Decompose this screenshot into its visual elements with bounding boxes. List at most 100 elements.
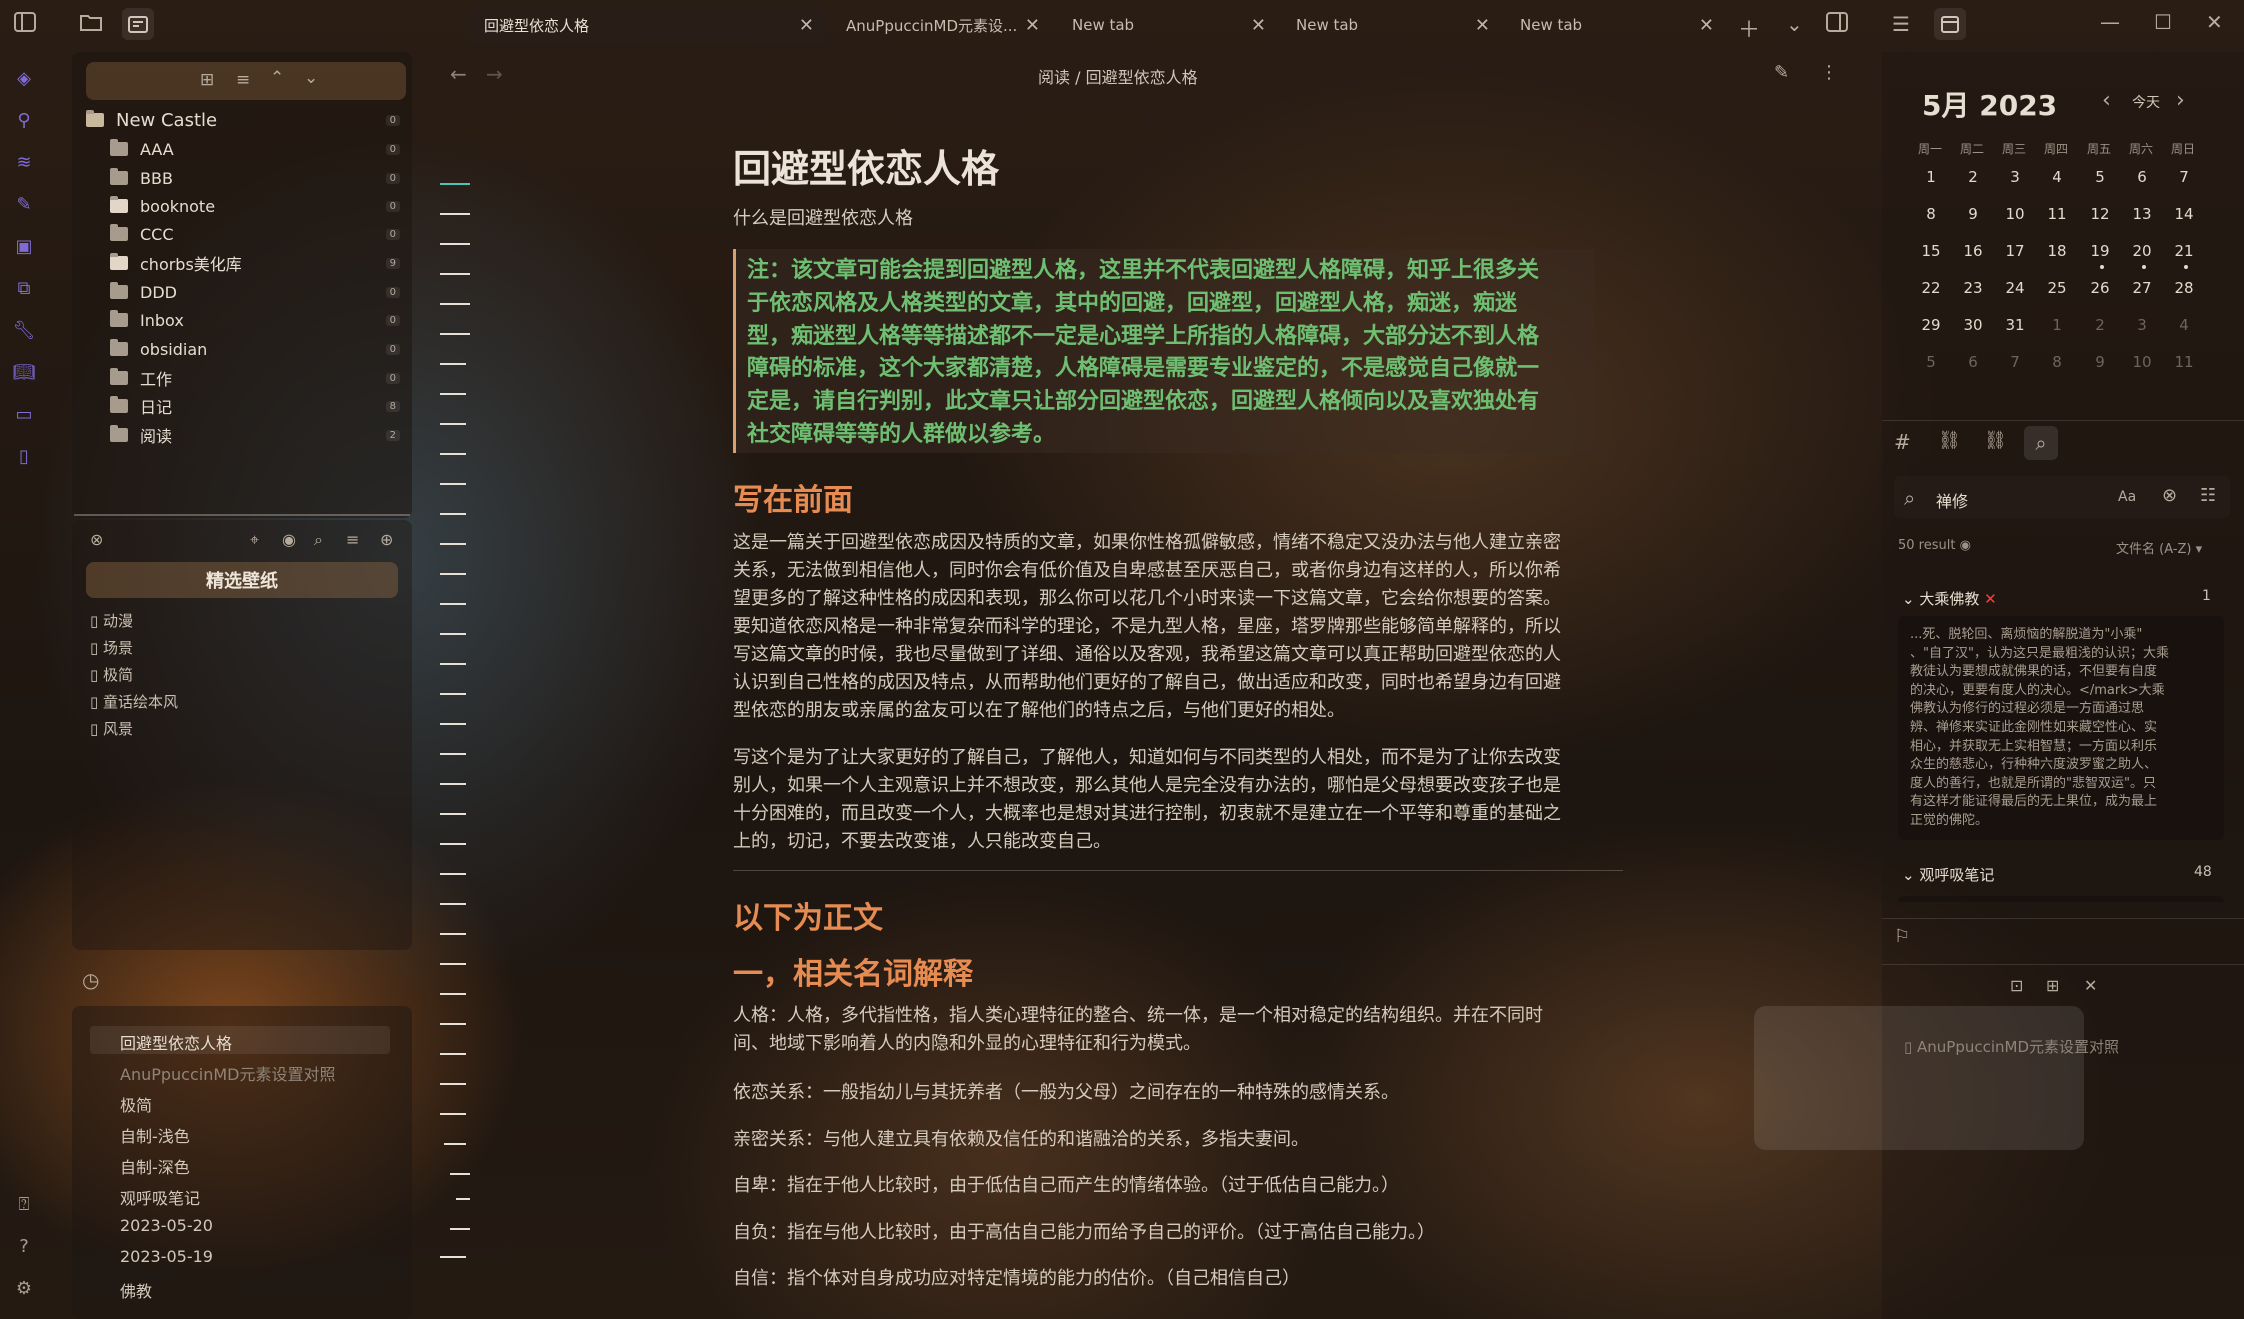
help-icon[interactable]: ⍰ — [10, 1190, 38, 1218]
calendar-day[interactable]: 18 — [2042, 242, 2072, 260]
search-snippet[interactable]: ...死、脱轮回、离烦恼的解脱道为"小乘" 、"自了汉"，认为这只是最粗浅的认识… — [1898, 616, 2224, 840]
outline-marker[interactable] — [440, 1053, 466, 1055]
maximize-icon[interactable]: ☐ — [2154, 10, 2172, 34]
tab-avoidant-attachment[interactable]: 回避型依恋人格 ✕ — [468, 6, 826, 44]
back-arrow-icon[interactable]: ← — [450, 62, 467, 86]
calendar-day[interactable]: 11 — [2169, 353, 2199, 371]
file-item-landscape[interactable]: ▯ 风景 — [90, 718, 133, 739]
minimize-icon[interactable]: — — [2100, 10, 2120, 34]
recent-item[interactable]: 回避型依恋人格 — [120, 1030, 232, 1054]
outline-marker[interactable] — [440, 993, 466, 995]
calendar-day[interactable]: 8 — [1916, 205, 1946, 223]
outline-marker[interactable] — [440, 453, 466, 455]
outline-marker[interactable] — [440, 963, 466, 965]
match-case-toggle[interactable]: Aa — [2118, 489, 2136, 505]
book-icon[interactable]: 📖︎ — [10, 358, 38, 386]
more-options-icon[interactable]: ⋮ — [1820, 62, 1838, 83]
outline-marker[interactable] — [440, 243, 470, 245]
calendar-day[interactable]: 23 — [1958, 279, 1988, 297]
outline-marker[interactable] — [450, 1228, 470, 1230]
outline-marker[interactable] — [440, 273, 470, 275]
calendar-day[interactable]: 28 — [2169, 279, 2199, 297]
recent-item[interactable]: 自制-浅色 — [120, 1123, 190, 1147]
calendar-day[interactable]: 30 — [1958, 316, 1988, 334]
copy-icon[interactable]: ⧉ — [10, 274, 38, 302]
new-folder-icon[interactable]: ⊞ — [2046, 976, 2059, 995]
calendar-day[interactable]: 24 — [2000, 279, 2030, 297]
calendar-day[interactable]: 22 — [1916, 279, 1946, 297]
calendar-day[interactable]: 26 — [2085, 279, 2115, 297]
backlink-icon[interactable]: ⛓︎ — [1938, 430, 1961, 451]
tab-anuppuccin[interactable]: AnuPpuccinMD元素设... ✕ — [830, 6, 1052, 44]
outline-marker[interactable] — [440, 693, 466, 695]
outline-marker[interactable] — [440, 1113, 466, 1115]
sidebar-toggle-icon[interactable] — [14, 12, 36, 32]
recent-item[interactable]: 2023-05-20 — [120, 1216, 213, 1235]
calendar-day[interactable]: 13 — [2127, 205, 2157, 223]
locate-icon[interactable]: ⌖ — [250, 530, 259, 550]
file-item-fairy[interactable]: ▯ 童话绘本风 — [90, 691, 178, 712]
outline-marker[interactable] — [440, 573, 466, 575]
calendar-day[interactable]: 27 — [2127, 279, 2157, 297]
calendar-day[interactable]: 17 — [2000, 242, 2030, 260]
bookmark-add-icon[interactable]: ⊡ — [2010, 976, 2023, 995]
calendar-day[interactable]: 16 — [1958, 242, 1988, 260]
close-icon[interactable]: ✕ — [1699, 15, 1714, 36]
tab-new-2[interactable]: New tab ✕ — [1280, 6, 1502, 44]
search-input[interactable]: ⌕ 禅修 Aa ⊗ ☷ — [1894, 476, 2230, 518]
folder-item-obsidian[interactable]: obsidian 0 — [110, 335, 412, 363]
clear-filter-icon[interactable]: ⊗ — [90, 530, 103, 549]
calendar-day[interactable]: 4 — [2042, 168, 2072, 186]
outline-marker[interactable] — [440, 903, 466, 905]
calendar-day[interactable]: 6 — [1958, 353, 1988, 371]
calendar-day[interactable]: 15 — [1916, 242, 1946, 260]
clear-search-icon[interactable]: ⊗ — [2162, 485, 2177, 506]
outline-marker[interactable] — [440, 333, 470, 335]
new-tab-icon[interactable]: ＋ — [1738, 12, 1760, 44]
tag-icon[interactable]: # — [1894, 430, 1911, 454]
calendar-day[interactable]: 21 — [2169, 242, 2199, 260]
calendar-day[interactable]: 10 — [2000, 205, 2030, 223]
list-icon[interactable]: ☰ — [1892, 12, 1910, 36]
calendar-day[interactable]: 8 — [2042, 353, 2072, 371]
calendar-day[interactable]: 6 — [2127, 168, 2157, 186]
outline-marker[interactable] — [440, 843, 466, 845]
gamepad-icon[interactable]: ▭ — [10, 400, 38, 428]
calendar-icon[interactable] — [1934, 8, 1966, 40]
file-item-anime[interactable]: ▯ 动漫 — [90, 610, 133, 631]
pen-icon[interactable]: ✎ — [10, 190, 38, 218]
today-button[interactable]: 今天 — [2132, 92, 2160, 112]
tablet-icon[interactable]: ▯ — [10, 442, 38, 470]
outline-marker[interactable] — [444, 1143, 466, 1145]
calendar-day[interactable]: 25 — [2042, 279, 2072, 297]
filter-icon[interactable]: ≡ — [346, 530, 359, 549]
close-window-icon[interactable]: ✕ — [2206, 10, 2223, 34]
calendar-day[interactable]: 12 — [2085, 205, 2115, 223]
outline-marker[interactable] — [440, 393, 466, 395]
calendar-day[interactable]: 7 — [2000, 353, 2030, 371]
layers-icon[interactable]: ≋ — [10, 148, 38, 176]
calendar-plugin-icon[interactable]: ▣ — [10, 232, 38, 260]
folder-icon[interactable] — [80, 12, 102, 32]
calendar-day[interactable]: 11 — [2042, 205, 2072, 223]
outline-marker[interactable] — [440, 513, 466, 515]
breadcrumb[interactable]: 阅读 / 回避型依恋人格 — [1038, 64, 1198, 88]
next-month-icon[interactable]: › — [2176, 88, 2185, 113]
outgoing-link-icon[interactable]: ⛓︎ — [1984, 430, 2007, 451]
outline-marker[interactable] — [440, 183, 470, 185]
pin-icon[interactable]: ⚲ — [10, 106, 38, 134]
prev-month-icon[interactable]: ‹ — [2102, 88, 2111, 113]
outline-marker[interactable] — [440, 1083, 466, 1085]
question-icon[interactable]: ? — [10, 1232, 38, 1260]
edit-icon[interactable]: ✎ — [1774, 62, 1789, 83]
calendar-day[interactable]: 3 — [2127, 316, 2157, 334]
right-sidebar-toggle-icon[interactable] — [1826, 12, 1848, 32]
folder-item-reading[interactable]: 阅读 2 — [110, 421, 412, 449]
forward-arrow-icon[interactable]: → — [486, 62, 503, 86]
outline-marker[interactable] — [440, 723, 466, 725]
calendar-day[interactable]: 2 — [1958, 168, 1988, 186]
sort-icon[interactable]: ≡ — [236, 70, 250, 90]
recent-item[interactable]: AnuPpuccinMD元素设置对照 — [120, 1061, 335, 1085]
bookmark-icon[interactable]: ⚐ — [1894, 926, 1910, 947]
recent-item[interactable]: 观呼吸笔记 — [120, 1185, 200, 1209]
